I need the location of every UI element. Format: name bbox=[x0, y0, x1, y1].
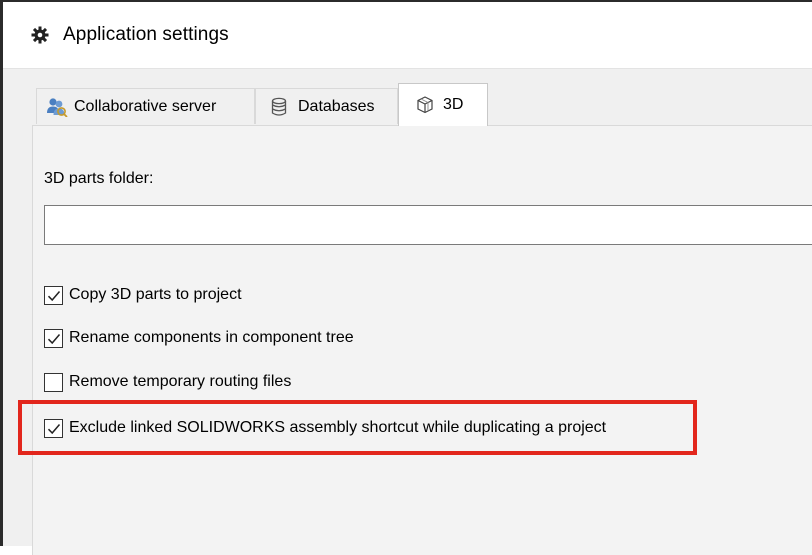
remove-temp-routing-label: Remove temporary routing files bbox=[69, 373, 292, 390]
database-icon bbox=[270, 97, 290, 117]
rename-components-label: Rename components in component tree bbox=[69, 329, 354, 346]
application-settings-window: Application settings Collaborative serve… bbox=[0, 0, 812, 555]
rename-components-checkbox[interactable] bbox=[44, 328, 63, 348]
title-bar: Application settings bbox=[3, 2, 812, 68]
highlight-annotation-box bbox=[18, 400, 697, 455]
tab-label: Databases bbox=[298, 97, 375, 115]
parts-folder-label: 3D parts folder: bbox=[44, 170, 154, 187]
checkmark-icon bbox=[47, 290, 61, 301]
parts-folder-input[interactable] bbox=[44, 205, 812, 245]
tab-collaborative-server[interactable]: Collaborative server bbox=[36, 88, 255, 124]
tab-databases[interactable]: Databases bbox=[255, 88, 398, 124]
remove-temp-routing-option[interactable]: Remove temporary routing files bbox=[44, 371, 291, 393]
rename-components-option[interactable]: Rename components in component tree bbox=[44, 327, 354, 349]
gear-icon bbox=[31, 26, 49, 44]
remove-temp-routing-checkbox[interactable] bbox=[44, 372, 63, 392]
copy-3d-parts-label: Copy 3D parts to project bbox=[69, 286, 242, 303]
window-title: Application settings bbox=[63, 24, 229, 45]
tab-label: Collaborative server bbox=[74, 97, 217, 115]
cube-icon bbox=[415, 95, 435, 115]
copy-3d-parts-checkbox[interactable] bbox=[44, 285, 63, 305]
copy-3d-parts-option[interactable]: Copy 3D parts to project bbox=[44, 284, 242, 306]
checkmark-icon bbox=[47, 333, 61, 344]
users-icon bbox=[46, 97, 68, 118]
tab-label: 3D bbox=[443, 96, 464, 113]
tab-3d[interactable]: 3D bbox=[398, 83, 488, 126]
